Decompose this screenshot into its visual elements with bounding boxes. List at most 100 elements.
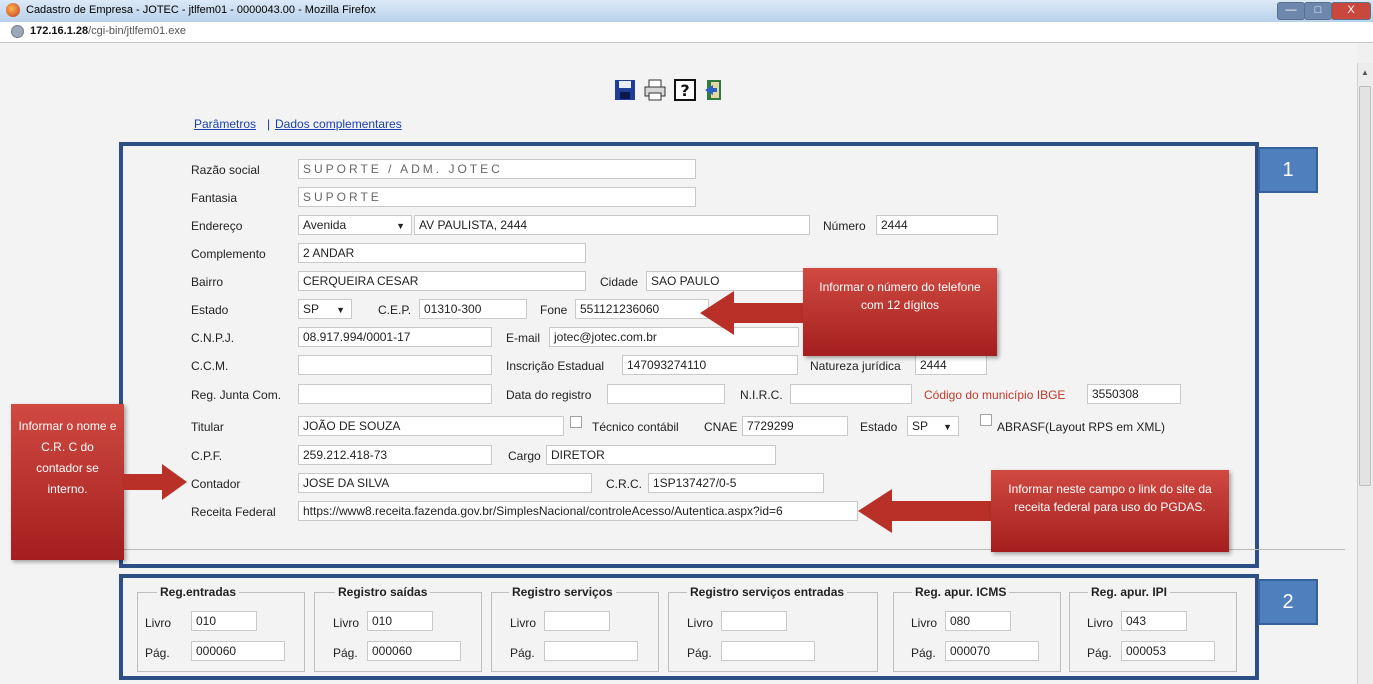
- legend-registro-servicos-entradas: Registro serviços entradas: [687, 585, 848, 599]
- label-estado: Estado: [191, 303, 229, 317]
- label-cpf: C.P.F.: [191, 449, 223, 463]
- cnae-input[interactable]: 7729299: [742, 416, 848, 436]
- link-dados-complementares[interactable]: Dados complementares: [275, 117, 402, 131]
- window-title: Cadastro de Empresa - JOTEC - jtlfem01 -…: [26, 4, 376, 16]
- registro-servicos-entradas-livro-input[interactable]: [721, 611, 787, 631]
- legend-registro-servicos: Registro serviços: [509, 585, 616, 599]
- link-parametros[interactable]: Parâmetros: [194, 117, 256, 131]
- complemento-input[interactable]: 2 ANDAR: [298, 243, 586, 263]
- cep-input[interactable]: 01310-300: [419, 299, 527, 319]
- crc-input[interactable]: 1SP137427/0-5: [648, 473, 824, 493]
- label-cidade: Cidade: [600, 275, 639, 289]
- label-fantasia: Fantasia: [191, 191, 238, 205]
- fone-input[interactable]: 551121236060: [575, 299, 709, 319]
- firefox-icon: [6, 3, 20, 17]
- label-cargo: Cargo: [508, 449, 541, 463]
- close-button[interactable]: X: [1331, 2, 1371, 20]
- label-endereco: Endereço: [191, 219, 243, 233]
- minimize-button[interactable]: —: [1277, 2, 1305, 20]
- cnpj-input[interactable]: 08.917.994/0001-17: [298, 327, 492, 347]
- registro-saidas-livro-input[interactable]: 010: [367, 611, 433, 631]
- codigo-ibge-input[interactable]: 3550308: [1087, 384, 1181, 404]
- endereco-tipo-value: Avenida: [303, 218, 347, 232]
- callout-fone: Informar o número do telefone com 12 díg…: [803, 268, 997, 356]
- label-reg-junta: Reg. Junta Com.: [191, 388, 282, 402]
- callout-receita: Informar neste campo o link do site da r…: [991, 470, 1229, 552]
- reg-apur-icms-pag-input[interactable]: 000070: [945, 641, 1039, 661]
- print-icon[interactable]: [643, 78, 667, 102]
- label-numero: Número: [823, 219, 866, 233]
- estado-select[interactable]: SP ▼: [298, 299, 352, 319]
- legend-registro-saidas: Registro saídas: [335, 585, 431, 599]
- address-url[interactable]: 172.16.1.28/cgi-bin/jtlfem01.exe: [30, 25, 186, 37]
- label-razao-social: Razão social: [191, 163, 260, 177]
- chevron-down-icon: ▼: [336, 305, 345, 315]
- label-tecnico-contabil: Técnico contábil: [592, 420, 679, 434]
- label-estado-2: Estado: [860, 420, 898, 434]
- numero-input[interactable]: 2444: [876, 215, 998, 235]
- razao-social-input[interactable]: SUPORTE / ADM. JOTEC: [298, 159, 696, 179]
- contador-input[interactable]: JOSE DA SILVA: [298, 473, 592, 493]
- label-pag: Pág.: [333, 646, 358, 660]
- reg-junta-input[interactable]: [298, 384, 492, 404]
- address-bar[interactable]: [0, 22, 1373, 43]
- label-cep: C.E.P.: [378, 303, 412, 317]
- reg-apur-ipi-pag-input[interactable]: 000053: [1121, 641, 1215, 661]
- registro-saidas-pag-input[interactable]: 000060: [367, 641, 461, 661]
- abrasf-checkbox[interactable]: [980, 414, 992, 426]
- help-icon[interactable]: ?: [673, 78, 697, 102]
- reg-apur-ipi-livro-input[interactable]: 043: [1121, 611, 1187, 631]
- label-livro: Livro: [1087, 616, 1114, 630]
- endereco-input[interactable]: AV PAULISTA, 2444: [414, 215, 810, 235]
- callout-arrow-contador: [122, 464, 187, 500]
- nirc-input[interactable]: [790, 384, 912, 404]
- receita-federal-input[interactable]: https://www8.receita.fazenda.gov.br/Simp…: [298, 501, 858, 521]
- scroll-up-icon[interactable]: ▲: [1359, 68, 1371, 82]
- estado-value: SP: [303, 302, 320, 316]
- label-email: E-mail: [506, 331, 541, 345]
- inscricao-estadual-input[interactable]: 147093274110: [622, 355, 798, 375]
- registro-servicos-livro-input[interactable]: [544, 611, 610, 631]
- label-ccm: C.C.M.: [191, 359, 229, 373]
- legend-reg-apur-icms: Reg. apur. ICMS: [912, 585, 1010, 599]
- label-crc: C.R.C.: [606, 477, 642, 491]
- natureza-juridica-input[interactable]: 2444: [915, 355, 987, 375]
- reg-entradas-livro-input[interactable]: 010: [191, 611, 257, 631]
- reg-apur-icms-livro-input[interactable]: 080: [945, 611, 1011, 631]
- registro-servicos-entradas-pag-input[interactable]: [721, 641, 815, 661]
- cpf-input[interactable]: 259.212.418-73: [298, 445, 492, 465]
- reg-entradas-pag-input[interactable]: 000060: [191, 641, 285, 661]
- titular-input[interactable]: JOÃO DE SOUZA: [298, 416, 564, 436]
- label-bairro: Bairro: [191, 275, 224, 289]
- label-pag: Pág.: [911, 646, 936, 660]
- label-cnae: CNAE: [704, 420, 738, 434]
- maximize-button[interactable]: □: [1304, 2, 1332, 20]
- fantasia-input[interactable]: SUPORTE: [298, 187, 696, 207]
- section1-badge: 1: [1258, 147, 1318, 193]
- label-pag: Pág.: [510, 646, 535, 660]
- label-livro: Livro: [145, 616, 172, 630]
- registro-servicos-pag-input[interactable]: [544, 641, 638, 661]
- section2-badge: 2: [1258, 579, 1318, 625]
- label-abrasf: ABRASF(Layout RPS em XML): [997, 420, 1166, 434]
- label-pag: Pág.: [1087, 646, 1112, 660]
- address-host: 172.16.1.28: [30, 25, 89, 37]
- label-nirc: N.I.R.C.: [740, 388, 783, 402]
- data-registro-input[interactable]: [607, 384, 725, 404]
- exit-icon[interactable]: [703, 78, 727, 102]
- label-complemento: Complemento: [191, 247, 266, 261]
- save-icon[interactable]: [613, 78, 637, 102]
- label-fone: Fone: [540, 303, 568, 317]
- cargo-input[interactable]: DIRETOR: [546, 445, 776, 465]
- tecnico-contabil-checkbox[interactable]: [570, 416, 582, 428]
- estado-2-select[interactable]: SP ▼: [907, 416, 959, 436]
- scroll-thumb[interactable]: [1359, 86, 1371, 486]
- estado-2-value: SP: [912, 419, 929, 433]
- chevron-down-icon: ▼: [943, 422, 952, 432]
- label-livro: Livro: [333, 616, 360, 630]
- ccm-input[interactable]: [298, 355, 492, 375]
- endereco-tipo-select[interactable]: Avenida ▼: [298, 215, 412, 235]
- address-path: /cgi-bin/jtlfem01.exe: [88, 25, 186, 37]
- bairro-input[interactable]: CERQUEIRA CESAR: [298, 271, 586, 291]
- label-livro: Livro: [687, 616, 714, 630]
